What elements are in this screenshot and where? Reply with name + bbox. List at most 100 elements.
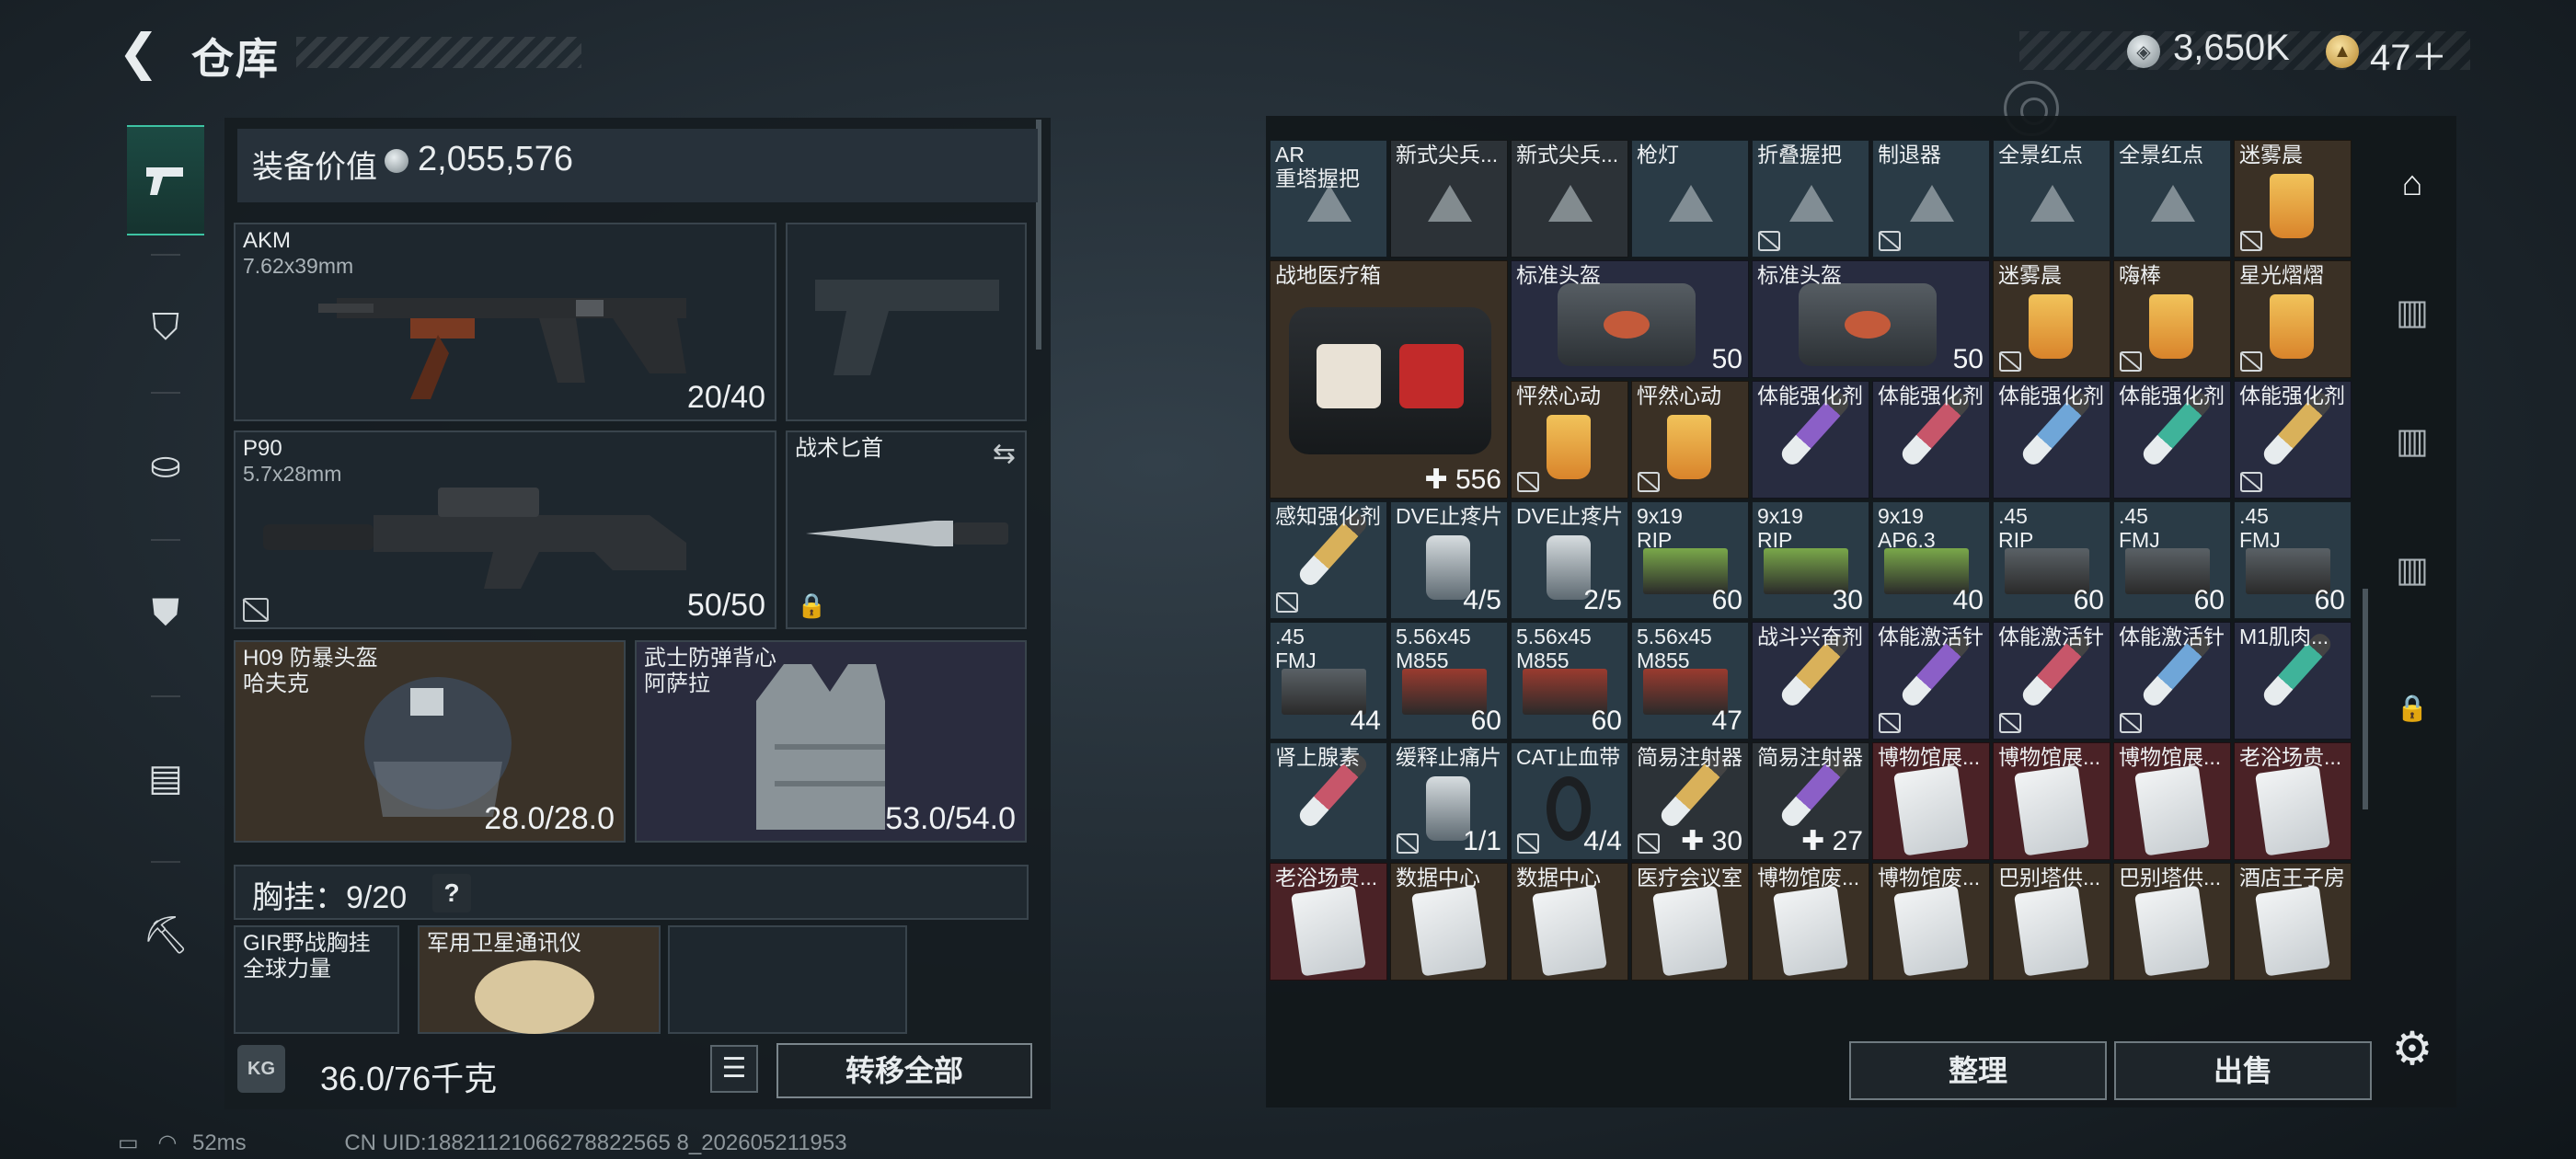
category-sidebar: ⛉ ⛀ ⛊ ▤ ⛏ [118,116,213,1082]
rig-empty-slot[interactable] [668,925,907,1034]
stash-item[interactable]: 怦然心动 [1511,381,1628,499]
sell-button[interactable]: 出售 [2114,1041,2372,1100]
gear-icon[interactable]: ⚙ [2386,1023,2438,1074]
body-armor-slot[interactable]: 武士防弹背心 阿萨拉 53.0/54.0 [635,640,1027,843]
case-tab[interactable]: ▤ [127,723,204,833]
stash-item[interactable]: DVE止疼片 4/5 [1390,501,1508,619]
stash-item[interactable]: 标准头盔 50 [1511,260,1749,378]
stash-item[interactable]: 感知强化剂 [1270,501,1387,619]
stash-item[interactable]: 新式尖兵... [1390,140,1508,258]
equipment-value: 2,055,576 [418,140,574,178]
back-chevron-icon[interactable]: ❮ [118,26,166,79]
backpack-tab[interactable]: ⛀ [127,410,204,521]
rig-item-slot[interactable]: 军用卫星通讯仪 [418,925,661,1034]
transfer-all-button[interactable]: 转移全部 [776,1043,1032,1098]
sort-button[interactable]: 整理 [1849,1041,2107,1100]
gold-amount[interactable]: 47＋ [2370,28,2448,81]
stash-item[interactable]: 数据中心 [1390,863,1508,981]
stash-item[interactable]: 星光熠熠 [2234,260,2352,378]
help-button[interactable]: ? [432,874,471,912]
stash-item[interactable]: 医疗会议室 [1631,863,1749,981]
stash-item[interactable]: 9x19 AP6.3 40 [1872,501,1990,619]
stash-item[interactable]: 体能强化剂 [2113,381,2231,499]
attachment-icon [2151,185,2195,222]
page-title: 仓库 [191,35,280,83]
item-quantity: 60 [2314,585,2345,615]
stash-page-3b-icon[interactable]: ▥ [2386,545,2438,596]
list-view-button[interactable]: ☰ [710,1045,758,1093]
stash-item[interactable]: 怦然心动 [1631,381,1749,499]
stash-item[interactable]: 体能强化剂 [2234,381,2352,499]
stash-item[interactable]: 战斗兴奋剂 [1752,622,1869,740]
stash-item[interactable]: 体能激活针 [1993,622,2110,740]
stash-item[interactable]: 博物馆废... [1872,863,1990,981]
stash-item[interactable]: 酒店王子房 [2234,863,2352,981]
primary-weapon-slot[interactable]: AKM 7.62x39mm 20/40 [234,223,776,421]
comm-device-icon [475,960,594,1034]
stash-item[interactable]: CAT止血带 4/4 [1511,742,1628,860]
stash-item[interactable]: 折叠握把 [1752,140,1869,258]
stash-item[interactable]: 标准头盔 50 [1752,260,1990,378]
stash-item[interactable]: 博物馆废... [1752,863,1869,981]
stash-item[interactable]: 全景红点 [2113,140,2231,258]
stash-page-3-icon[interactable]: ▥ [2386,287,2438,339]
silver-amount[interactable]: 3,650K [2173,28,2290,69]
stash-item[interactable]: .45 FMJ 60 [2234,501,2352,619]
sidearm-slot[interactable] [786,223,1027,421]
stash-item[interactable]: 9x19 RIP 60 [1631,501,1749,619]
stash-item[interactable]: .45 FMJ 60 [2113,501,2231,619]
swap-icon[interactable]: ⇆ [993,438,1016,470]
right-scrollbar[interactable] [2363,589,2368,809]
stash-item[interactable]: 体能强化剂 [1872,381,1990,499]
item-quantity: 60 [1591,706,1622,736]
chest-rig-tab[interactable]: ⛊ [127,557,204,668]
stash-home-icon[interactable]: ⌂ [2386,158,2438,210]
lock-icon: 🔒 [797,591,827,619]
stash-item[interactable]: 体能强化剂 [1752,381,1869,499]
stash-item[interactable]: .45 RIP 60 [1993,501,2110,619]
stash-item[interactable]: DVE止疼片 2/5 [1511,501,1628,619]
stash-item[interactable]: 老浴场贵... [2234,742,2352,860]
stash-item[interactable]: M1肌肉... [2234,622,2352,740]
stash-item[interactable]: 博物馆展... [2113,742,2231,860]
keycard-icon [2134,764,2210,856]
stash-item[interactable]: 5.56x45 M855 60 [1511,622,1628,740]
stash-item[interactable]: 制退器 [1872,140,1990,258]
stash-item[interactable]: 简易注射器 ✚ 30 [1631,742,1749,860]
stash-item[interactable]: 博物馆展... [1993,742,2110,860]
stash-item[interactable]: 迷雾晨 [2234,140,2352,258]
stash-item[interactable]: 5.56x45 M855 60 [1390,622,1508,740]
stash-item[interactable]: 简易注射器 ✚ 27 [1752,742,1869,860]
stash-page-rail: ⌂ ▥ ▥ ▥ 🔒 [2375,140,2449,968]
stash-item[interactable]: 博物馆展... [1872,742,1990,860]
stash-item[interactable]: 巴别塔供... [1993,863,2110,981]
stash-item[interactable]: 体能强化剂 [1993,381,2110,499]
stash-item[interactable]: 5.56x45 M855 47 [1631,622,1749,740]
stash-item[interactable]: AR 重塔握把 [1270,140,1387,258]
stash-item[interactable]: 体能激活针 [2113,622,2231,740]
stash-page-4-icon[interactable]: ▥ [2386,416,2438,467]
stash-item[interactable]: 肾上腺素 [1270,742,1387,860]
stash-item[interactable]: 新式尖兵... [1511,140,1628,258]
stash-item[interactable]: 体能激活针 [1872,622,1990,740]
stash-item[interactable]: 枪灯 [1631,140,1749,258]
knife-icon [806,521,1008,546]
stash-item[interactable]: 迷雾晨 [1993,260,2110,378]
chest-rig-slot[interactable]: GIR野战胸挂 全球力量 [234,925,399,1034]
stash-item[interactable]: 数据中心 [1511,863,1628,981]
stash-item[interactable]: 9x19 RIP 30 [1752,501,1869,619]
weapons-tab[interactable] [127,125,204,235]
stash-item[interactable]: 老浴场贵... [1270,863,1387,981]
stash-item[interactable]: 全景红点 [1993,140,2110,258]
melee-slot[interactable]: 战术匕首 ⇆ 🔒 [786,430,1027,629]
secondary-weapon-slot[interactable]: P90 5.7x28mm 50/50 [234,430,776,629]
stash-item[interactable]: 战地医疗箱 ✚ 556 [1270,260,1508,499]
armor-tab[interactable]: ⛉ [127,272,204,383]
stash-item[interactable]: .45 FMJ 44 [1270,622,1387,740]
item-name: CAT止血带 [1516,745,1621,769]
toolbox-tab[interactable]: ⛏ [127,879,204,990]
stash-item[interactable]: 巴别塔供... [2113,863,2231,981]
stash-item[interactable]: 嗨棒 [2113,260,2231,378]
helmet-slot[interactable]: H09 防暴头盔 哈夫克 28.0/28.0 [234,640,626,843]
stash-item[interactable]: 缓释止痛片 1/1 [1390,742,1508,860]
